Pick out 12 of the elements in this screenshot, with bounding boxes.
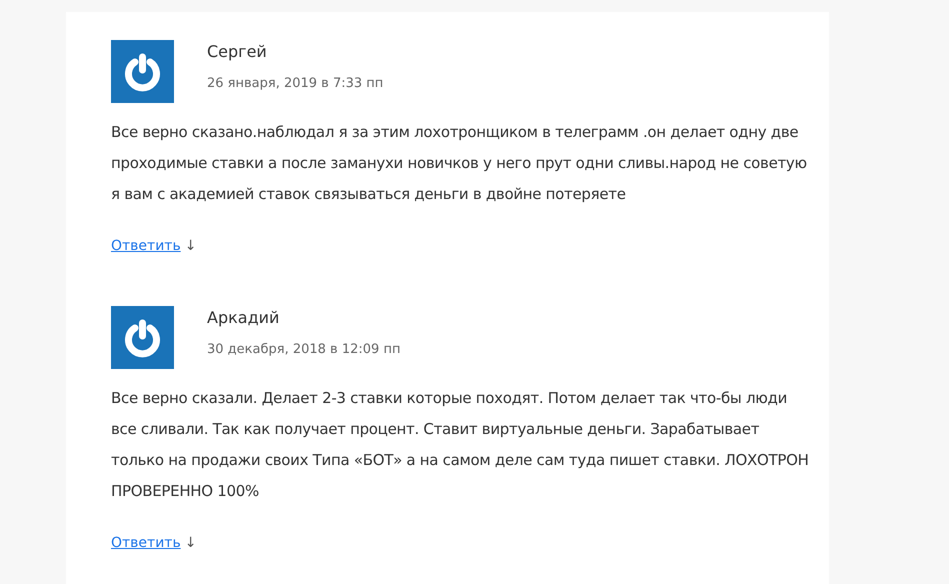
comment-text: Все верно сказали. Делает 2-3 ставки которые походят. Потом делает так что-бы люди все сливали. Так как получает процент. Ставит виртуальные деньги. Зарабатывает только на продажи своих Типа «БОТ» а на самом деле сам туда пишет ставки. ЛОХОТРОН ПРОВЕРЕННО 100% <box>111 388 810 502</box>
comment-date: 30 декабря, 2018 в 12:09 пп <box>207 342 400 357</box>
reply-arrow: ↓ <box>184 238 196 254</box>
author-name: Аркадий <box>207 307 280 329</box>
reply-link[interactable]: Ответить <box>111 535 181 551</box>
reply-arrow: ↓ <box>184 535 196 551</box>
reply-link[interactable]: Ответить <box>111 238 181 254</box>
comment-text: Все верно сказано.наблюдал я за этим лохотронщиком в телеграмм .он делает одну две проходимые ставки а после заманухи новичков у него прут одни сливы.народ не советую я вам с академией ставок связываться деньги в двойне потеряете <box>111 122 808 205</box>
avatar-icon <box>111 40 174 103</box>
author-name: Сергей <box>207 41 268 63</box>
comment-date: 26 января, 2019 в 7:33 пп <box>207 76 384 91</box>
avatar-icon <box>111 306 174 369</box>
